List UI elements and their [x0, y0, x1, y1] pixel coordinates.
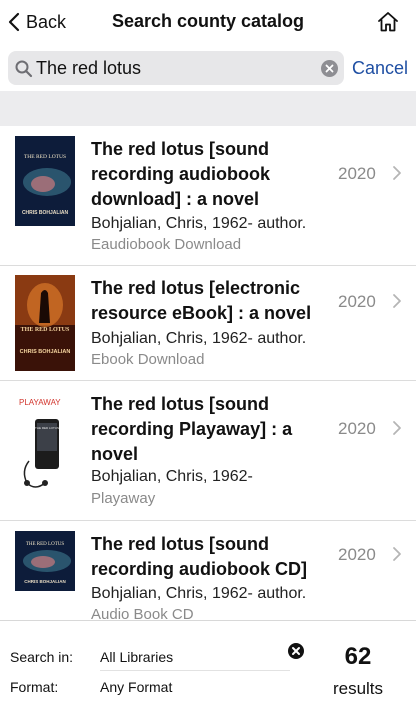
result-title: The red lotus [sound recording Playaway]… [91, 394, 293, 464]
cancel-button[interactable]: Cancel [352, 58, 408, 79]
filter-footer: Search in: All Libraries Format: Any For… [0, 620, 416, 720]
cover-title: THE RED LOTUS [24, 154, 66, 160]
back-button[interactable]: Back [6, 10, 66, 34]
result-format: Playaway [91, 490, 156, 507]
result-count: 62 [344, 643, 372, 670]
book-cover-image: PLAYAWAY THE RED LOTUS [15, 391, 75, 501]
cover-author: CHRIS BOHJALIAN [20, 349, 71, 355]
result-year: 2020 [338, 419, 376, 438]
chevron-left-icon [8, 12, 20, 32]
result-year: 2020 [338, 164, 376, 183]
book-cover-image: THE RED LOTUS CHRIS BOHJALIAN [15, 275, 75, 371]
result-author: Bohjalian, Chris, 1962- [91, 468, 253, 485]
book-cover-image: THE RED LOTUS CHRIS BOHJALIAN [15, 136, 75, 226]
list-item[interactable]: THE RED LOTUS CHRIS BOHJALIAN The red lo… [0, 266, 416, 381]
result-year: 2020 [338, 545, 376, 564]
format-selector[interactable]: Any Format [100, 679, 172, 695]
section-divider [0, 91, 416, 126]
chevron-right-icon [393, 166, 401, 180]
search-field[interactable] [8, 51, 344, 85]
search-in-label: Search in: [10, 649, 74, 665]
clear-icon [325, 64, 334, 73]
search-bar: Cancel [0, 48, 416, 88]
result-title: The red lotus [electronic resource eBook… [91, 278, 312, 323]
result-title: The red lotus [sound recording audiobook… [91, 139, 271, 209]
result-format: Ebook Download [91, 351, 205, 368]
cover-title: THE RED LOTUS [35, 426, 59, 430]
format-label: Format: [10, 679, 59, 695]
results-list: THE RED LOTUS CHRIS BOHJALIAN The red lo… [0, 126, 416, 620]
header: Back Search county catalog [0, 0, 416, 44]
list-item[interactable]: THE RED LOTUS CHRIS BOHJALIAN The red lo… [0, 521, 416, 620]
back-label: Back [26, 11, 67, 32]
chevron-right-icon [393, 294, 401, 308]
result-author: Bohjalian, Chris, 1962- author. [91, 215, 307, 232]
chevron-right-icon [393, 421, 401, 435]
result-author: Bohjalian, Chris, 1962- author. [91, 330, 307, 347]
cover-author: CHRIS BOHJALIAN [24, 579, 66, 584]
search-input[interactable] [36, 51, 316, 85]
chevron-right-icon [393, 547, 401, 561]
clear-search-button[interactable] [321, 60, 338, 77]
search-in-selector[interactable]: All Libraries [100, 649, 173, 665]
clear-filter-button[interactable] [288, 643, 304, 659]
cover-brand: PLAYAWAY [19, 398, 61, 407]
result-year: 2020 [338, 292, 376, 311]
home-icon[interactable] [376, 10, 400, 34]
list-item[interactable]: THE RED LOTUS CHRIS BOHJALIAN The red lo… [0, 126, 416, 266]
result-format: Audio Book CD [91, 606, 194, 620]
results-label: results [332, 679, 384, 698]
book-cover-image: THE RED LOTUS CHRIS BOHJALIAN [15, 531, 75, 591]
result-format: Eaudiobook Download [91, 236, 242, 253]
cover-title: THE RED LOTUS [26, 542, 65, 547]
result-author: Bohjalian, Chris, 1962- author. [91, 585, 307, 602]
cover-author: CHRIS BOHJALIAN [22, 210, 69, 216]
divider [100, 670, 290, 671]
cover-title: THE RED LOTUS [21, 327, 70, 333]
close-icon [292, 647, 300, 655]
result-title: The red lotus [sound recording audiobook… [91, 534, 307, 579]
list-item[interactable]: PLAYAWAY THE RED LOTUS The red lotus [so… [0, 381, 416, 521]
search-icon [15, 60, 33, 78]
